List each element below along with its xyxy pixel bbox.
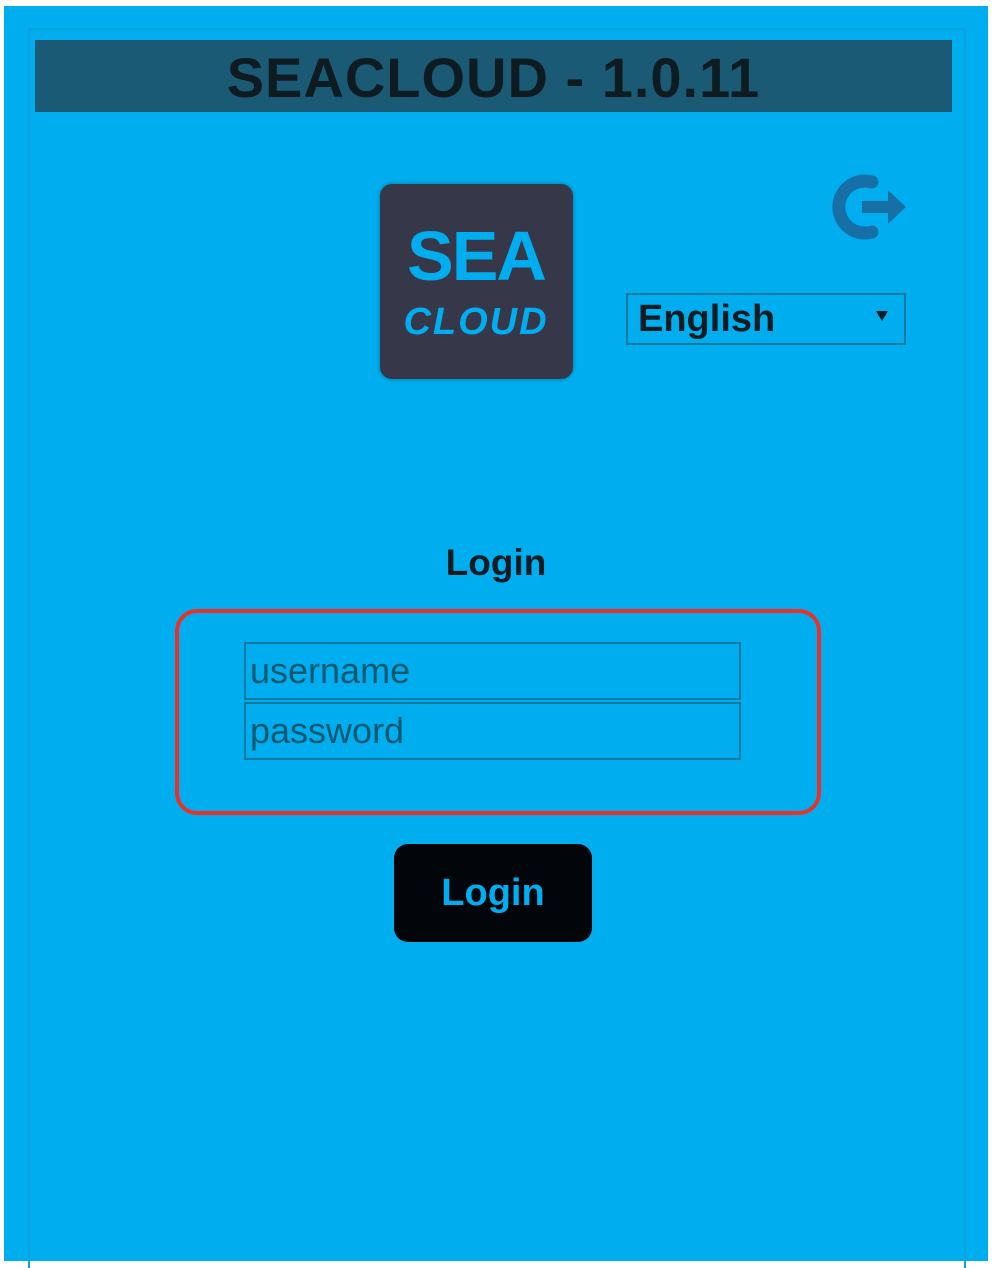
dropdown-arrow-icon [876, 311, 888, 321]
login-heading: Login [445, 542, 547, 583]
logo-text-sea: SEA [407, 217, 545, 295]
app-title: SEACLOUD - 1.0.11 [226, 46, 761, 109]
username-input[interactable] [246, 644, 739, 698]
seacloud-logo: SEA CLOUD [380, 184, 573, 379]
language-selected-value: English [638, 297, 776, 340]
password-field-wrapper [244, 702, 741, 760]
username-field-wrapper [244, 642, 741, 700]
logo-text-cloud: CLOUD [403, 301, 548, 343]
login-screen: SEACLOUD - 1.0.11 SEA CLOUD English Logi… [4, 6, 988, 1268]
language-select[interactable]: English [626, 293, 906, 345]
title-bar: SEACLOUD - 1.0.11 [35, 40, 952, 112]
login-button[interactable]: Login [394, 844, 592, 942]
login-button-label: Login [441, 871, 545, 914]
logout-icon[interactable] [826, 172, 912, 242]
password-input[interactable] [246, 704, 739, 758]
